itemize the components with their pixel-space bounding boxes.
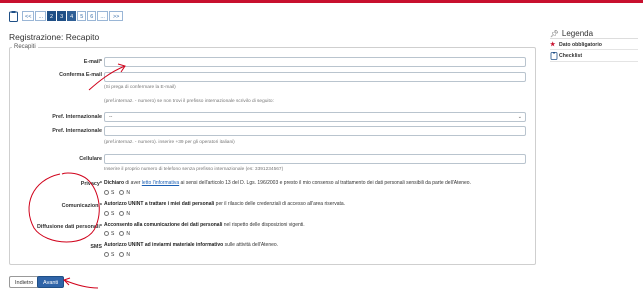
diffusion-radio-no[interactable] [119,231,125,236]
step-6[interactable]: 6 [87,11,97,21]
privacy-radio-yes[interactable] [104,190,109,195]
sms-text-bold: Autorizzo UNINT ad inviarmi materiale in… [104,242,224,248]
legend-checklist-label: Checklist [559,53,583,59]
intl-prefix-select[interactable]: -- ⌄ [104,112,526,122]
step-last[interactable]: >> [108,11,124,21]
privacy-text: Dichiaro di aver letto l'informativa ai … [104,180,471,186]
comm-radio-yes[interactable] [104,211,109,216]
comm-yes-label: S [111,210,115,217]
confirm-email-field[interactable] [104,72,526,82]
diffusion-text: Acconsento alla comunicazione dei dati p… [104,222,305,228]
intl-prefix-label: Pref. Internazionale [52,114,102,120]
privacy-radio-no[interactable] [119,190,125,195]
checklist-icon[interactable] [9,10,18,22]
comm-label: Comunicazioni* [61,203,102,209]
comm-text-bold: Autorizzo UNINT a trattare i miei dati p… [104,201,215,207]
comm-text: Autorizzo UNINT a trattare i miei dati p… [104,201,345,207]
legend-required-label: Dato obbligatorio [559,41,602,48]
annotation-arrow-next [63,279,99,289]
intl-prefix-select-value: -- [109,114,113,120]
sms-text: Autorizzo UNINT ad inviarmi materiale in… [104,242,278,248]
legend-separator [550,61,638,62]
step-navigator: << ... 2 3 4 5 6 ... >> [9,10,124,22]
confirm-email-label: Conferma E-mail [59,72,102,78]
comm-no-label: N [126,210,130,217]
legend-divider [550,38,638,39]
page-title: Registrazione: Recapito [9,32,100,42]
legend-header: 📌︎ Legenda [550,29,593,38]
sms-radio-group: S N [104,251,130,258]
sms-no-label: N [126,251,130,258]
privacy-text-bold: Dichiaro [104,180,125,186]
sms-radio-yes[interactable] [104,252,109,257]
annotation-arrow-next-head [63,277,71,286]
legend-title: Legenda [561,29,594,38]
diffusion-label: Diffusione dati personali* [37,224,102,230]
legend-checklist[interactable]: Checklist [550,52,582,60]
diffusion-text-bold: Acconsento alla comunicazione dei dati p… [104,222,223,228]
diffusion-radio-yes[interactable] [104,231,109,236]
mobile-hint: Inserire il proprio numero di telefono s… [104,167,284,172]
back-button[interactable]: Indietro [9,276,40,288]
step-2[interactable]: 2 [47,11,57,21]
intl-prefix2-label: Pref. Internazionale [52,128,102,134]
privacy-text-mid: di aver [124,180,142,186]
step-ellipsis-2[interactable]: ... [97,11,108,21]
sms-label: SMS [90,244,102,250]
email-label: E-mail* [83,59,102,65]
privacy-label: Privacy* [80,181,102,187]
phone-format-hint: (pref.internaz. - numero). inserire +39 … [104,140,235,145]
mobile-label: Cellulare [79,156,102,162]
step-first[interactable]: << [22,11,35,21]
mobile-field[interactable] [104,154,526,164]
legend-separator [550,49,638,50]
step-5[interactable]: 5 [77,11,87,21]
step-ellipsis[interactable]: ... [35,11,47,21]
sms-yes-label: S [111,251,115,258]
top-brand-bar [0,0,643,3]
intl-prefix-field[interactable] [104,126,526,136]
required-star-icon: ★ [550,42,556,48]
step-4-current[interactable]: 4 [67,11,77,21]
chevron-down-icon: ⌄ [517,114,522,120]
diffusion-text-rest: nel rispetto delle disposizioni vigenti. [222,222,305,228]
privacy-radio-group: S N [104,189,130,196]
fieldset-legend: Recapiti [12,44,38,50]
comm-radio-no[interactable] [119,211,125,216]
comm-radio-group: S N [104,210,130,217]
legend-required: ★ Dato obbligatorio [550,41,602,49]
diffusion-yes-label: S [111,230,115,237]
privacy-no-label: N [126,189,130,196]
step-3[interactable]: 3 [57,11,67,21]
privacy-yes-label: S [111,189,115,196]
privacy-info-link[interactable]: letto l'informativa [142,180,179,186]
sms-radio-no[interactable] [119,252,125,257]
privacy-text-post: ai sensi dell'articolo 13 del D. Lgs. 19… [179,180,471,186]
sms-text-rest: sulle attività dell'Ateneo. [223,242,279,248]
checklist-icon [550,52,558,60]
pin-icon: 📌︎ [550,30,559,38]
comm-text-rest: per il rilascio delle credenziali di acc… [214,201,346,207]
confirm-email-hint: (Si prega di confermare la E-mail) [104,85,176,90]
diffusion-radio-group: S N [104,230,130,237]
email-field[interactable] [104,57,526,67]
diffusion-no-label: N [126,230,130,237]
phone-intro-text: (pref.internaz. - numero) se non trovi i… [104,99,274,104]
next-button[interactable]: Avanti [37,276,65,288]
